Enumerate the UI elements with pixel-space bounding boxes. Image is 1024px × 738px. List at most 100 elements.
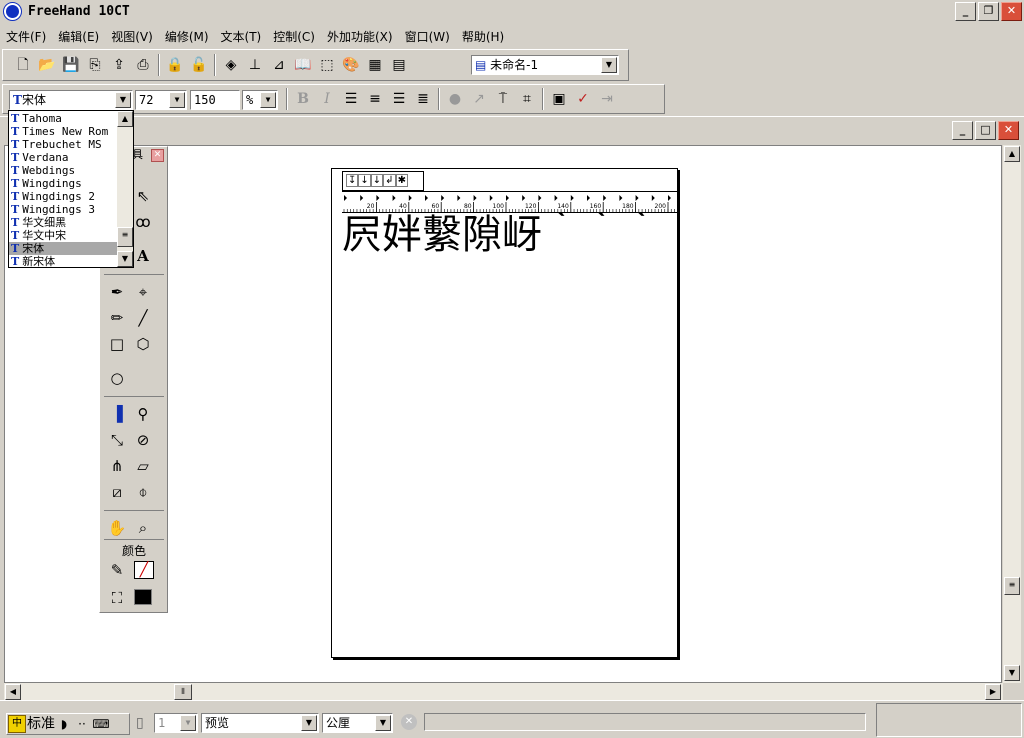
- units-select[interactable]: 公厘 ▼: [322, 713, 393, 733]
- text-content[interactable]: 屄姅繫隙岈｀｀｀: [342, 213, 678, 257]
- knife-tool-icon[interactable]: ⧄: [104, 479, 130, 505]
- import-icon[interactable]: ⎘: [83, 54, 107, 76]
- align-right-icon[interactable]: ☰: [387, 88, 411, 110]
- ime-logo-icon[interactable]: 中: [8, 715, 26, 733]
- bezigon-tool-icon[interactable]: ⌖: [130, 279, 156, 305]
- font-list-item[interactable]: T Wingdings 2: [9, 190, 117, 203]
- open-icon[interactable]: 📂: [35, 54, 59, 76]
- center-tab-icon[interactable]: ↓: [370, 174, 384, 187]
- doc-minimize-button[interactable]: _: [952, 121, 973, 140]
- menu-modify[interactable]: 编修(M): [165, 28, 209, 45]
- scroll-right-icon[interactable]: ▶: [985, 684, 1001, 700]
- layers-icon[interactable]: ▦: [363, 54, 387, 76]
- right-tab-icon[interactable]: ↓: [358, 174, 371, 187]
- font-dropdown-list[interactable]: T Tahoma T Times New Rom T Trebuchet MS T Verda…: [8, 110, 134, 268]
- skew-tool-icon[interactable]: ▱: [130, 453, 156, 479]
- doc-restore-button[interactable]: □: [975, 121, 996, 140]
- chevron-down-icon[interactable]: ▼: [375, 715, 391, 731]
- menu-file[interactable]: 文件(F): [6, 28, 46, 45]
- tab-stop-marker[interactable]: [587, 195, 590, 201]
- h-scroll-thumb[interactable]: ⦀: [174, 684, 192, 700]
- ellipse-tool-icon[interactable]: ○: [104, 365, 130, 391]
- save-icon[interactable]: 💾: [59, 54, 83, 76]
- tab-stop-marker[interactable]: [457, 195, 461, 201]
- chevron-down-icon[interactable]: ▼: [601, 57, 617, 73]
- group-icon[interactable]: ◈: [219, 54, 243, 76]
- scroll-thumb[interactable]: ≡: [1004, 577, 1020, 595]
- symbols-icon[interactable]: ⬚: [315, 54, 339, 76]
- tab-stop-marker[interactable]: [441, 195, 445, 201]
- swatches-icon[interactable]: 🎨: [339, 54, 363, 76]
- decimal-tab-icon[interactable]: ↲: [383, 174, 396, 187]
- page-select[interactable]: 1 ▼: [154, 713, 198, 733]
- vertical-scrollbar[interactable]: ▲ ≡ ▼: [1003, 145, 1021, 683]
- font-list-item[interactable]: T 华文中宋: [9, 229, 117, 242]
- ime-mode-label[interactable]: 标准: [27, 716, 55, 732]
- font-list-item[interactable]: T 宋体: [9, 242, 117, 255]
- polygon-tool-icon[interactable]: ⬡: [130, 331, 156, 357]
- hand-tool-icon[interactable]: ✋: [104, 515, 130, 541]
- menu-control[interactable]: 控制(C): [273, 28, 315, 45]
- tab-stop-marker[interactable]: [538, 195, 542, 201]
- bold-icon[interactable]: B: [291, 88, 315, 110]
- font-list-item[interactable]: T Tahoma: [9, 112, 117, 125]
- scroll-down-icon[interactable]: ▼: [117, 251, 133, 267]
- scroll-up-icon[interactable]: ▲: [117, 111, 133, 127]
- align-icon[interactable]: ⊥: [243, 54, 267, 76]
- rotate-tool-icon[interactable]: ⊘: [130, 427, 156, 453]
- align-left-icon[interactable]: ☰: [339, 88, 363, 110]
- ime-halfwidth-icon[interactable]: ◗: [55, 714, 73, 734]
- fill-transform-tool-icon[interactable]: ▐: [104, 401, 130, 427]
- fill-color-icon[interactable]: ⛶: [104, 585, 130, 611]
- spell-check-icon[interactable]: ✓: [571, 88, 595, 110]
- tab-stop-marker[interactable]: [603, 195, 607, 201]
- tab-stop-marker[interactable]: [570, 195, 574, 201]
- convert-to-paths-icon[interactable]: ⌗: [515, 88, 539, 110]
- font-list-item[interactable]: T Times New Rom: [9, 125, 117, 138]
- line-tool-icon[interactable]: ╱: [130, 305, 156, 331]
- menu-xtras[interactable]: 外加功能(X): [327, 28, 393, 45]
- document-select[interactable]: ▤ 未命名-1 ▼: [471, 55, 619, 75]
- scale-tool-icon[interactable]: ⤡: [104, 427, 130, 453]
- tab-stop-marker[interactable]: [619, 195, 623, 201]
- ime-keyboard-icon[interactable]: ⌨: [91, 714, 111, 734]
- ime-punct-icon[interactable]: ··: [73, 714, 91, 734]
- tab-stop-marker[interactable]: [344, 195, 347, 201]
- font-list-item[interactable]: T Wingdings 3: [9, 203, 117, 216]
- print-icon[interactable]: ⎙: [131, 54, 155, 76]
- text-effects-icon[interactable]: ⍑: [491, 88, 515, 110]
- minimize-button[interactable]: _: [955, 2, 976, 21]
- scroll-up-icon[interactable]: ▲: [1004, 146, 1020, 162]
- tab-stop-marker[interactable]: [376, 195, 380, 201]
- pencil-tool-icon[interactable]: ✏: [104, 305, 130, 331]
- scroll-down-icon[interactable]: ▼: [1004, 665, 1020, 681]
- tab-stop-marker[interactable]: [668, 195, 671, 201]
- tab-stop-marker[interactable]: [522, 195, 526, 201]
- view-mode-select[interactable]: 预览 ▼: [201, 713, 319, 733]
- rectangle-tool-icon[interactable]: □: [104, 331, 130, 357]
- ime-bar[interactable]: 中标准 ◗ ·· ⌨: [6, 713, 130, 735]
- trace-tool-icon[interactable]: ⚲: [130, 401, 156, 427]
- font-list-thumb[interactable]: ≡: [117, 227, 133, 247]
- fill-swatch[interactable]: [134, 589, 152, 605]
- italic-icon[interactable]: I: [315, 88, 339, 110]
- stroke-swatch[interactable]: ╱: [134, 561, 154, 579]
- tab-stop-marker[interactable]: [392, 195, 396, 201]
- left-tab-icon[interactable]: ↧: [346, 174, 359, 187]
- tab-stop-marker[interactable]: [506, 195, 509, 201]
- font-list-item[interactable]: T Trebuchet MS: [9, 138, 117, 151]
- scroll-left-icon[interactable]: ◀: [5, 684, 21, 700]
- text-editor-icon[interactable]: ▣: [547, 88, 571, 110]
- restore-button[interactable]: ❐: [978, 2, 999, 21]
- toolbox-close-button[interactable]: ✕: [151, 149, 164, 162]
- tab-stop-marker[interactable]: [473, 195, 477, 201]
- pages-icon[interactable]: ▤: [387, 54, 411, 76]
- pen-tool-icon[interactable]: ✒: [104, 279, 130, 305]
- font-list-item[interactable]: T 新宋体: [9, 255, 117, 268]
- menu-help[interactable]: 帮助(H): [462, 28, 504, 45]
- chevron-down-icon[interactable]: ▼: [301, 715, 317, 731]
- tab-stop-marker[interactable]: [360, 195, 364, 201]
- tab-stop-marker[interactable]: [408, 195, 412, 201]
- library-icon[interactable]: 📖: [291, 54, 315, 76]
- tab-stop-marker[interactable]: [651, 195, 655, 201]
